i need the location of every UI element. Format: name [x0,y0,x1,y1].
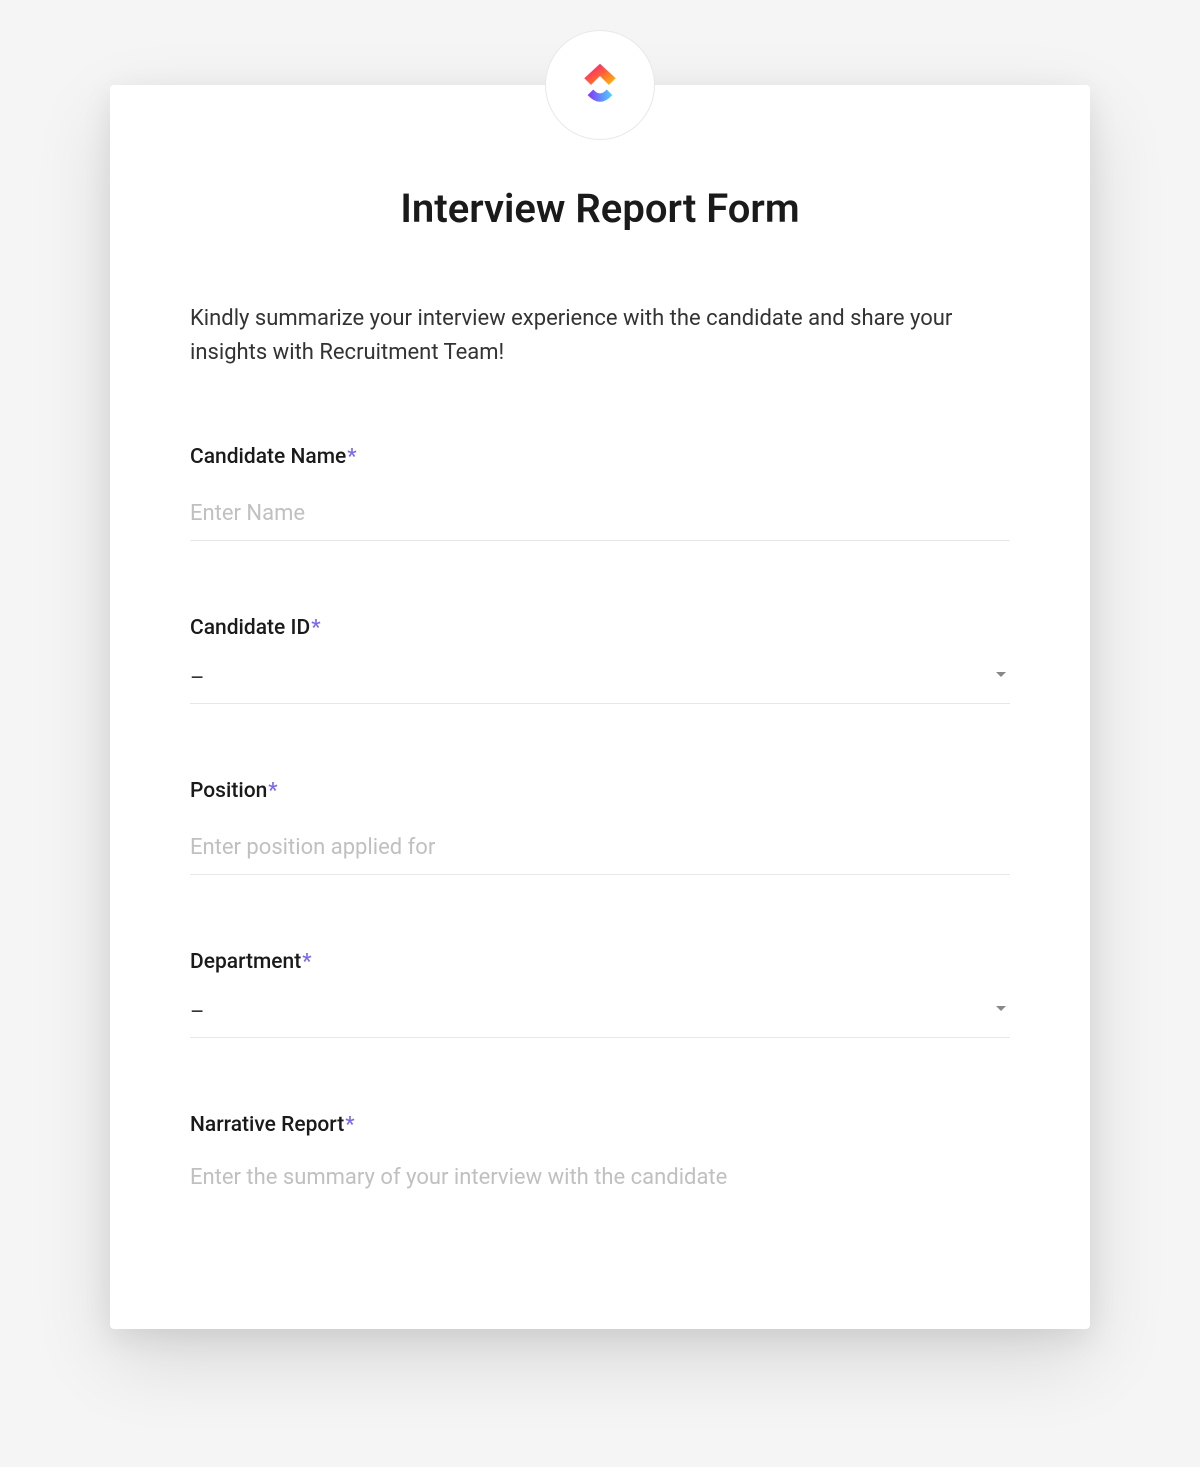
label-text: Narrative Report [190,1113,344,1137]
field-candidate-name: Candidate Name* [190,445,1010,541]
select-value: – [190,1000,204,1025]
field-candidate-id: Candidate ID* – [190,616,1010,704]
candidate-name-label: Candidate Name* [190,445,1010,469]
required-asterisk-icon: * [347,445,356,469]
narrative-report-input[interactable]: Enter the summary of your interview with… [190,1161,1010,1194]
label-text: Candidate ID [190,616,310,640]
department-label: Department* [190,950,1010,974]
field-narrative-report: Narrative Report* Enter the summary of y… [190,1113,1010,1194]
field-position: Position* [190,779,1010,875]
narrative-report-label: Narrative Report* [190,1113,1010,1137]
required-asterisk-icon: * [302,950,311,974]
required-asterisk-icon: * [268,779,277,803]
select-value: – [190,666,204,691]
position-label: Position* [190,779,1010,803]
form-title: Interview Report Form [190,185,1010,232]
form-description: Kindly summarize your interview experien… [190,302,1010,370]
candidate-id-select[interactable]: – [190,664,1010,704]
label-text: Position [190,779,267,803]
required-asterisk-icon: * [311,616,320,640]
clickup-logo-icon [572,57,628,113]
required-asterisk-icon: * [345,1113,354,1137]
candidate-id-label: Candidate ID* [190,616,1010,640]
form-card: Interview Report Form Kindly summarize y… [110,85,1090,1329]
candidate-name-input[interactable] [190,493,1010,541]
chevron-down-icon [996,1006,1006,1011]
field-department: Department* – [190,950,1010,1038]
position-input[interactable] [190,827,1010,875]
department-select[interactable]: – [190,998,1010,1038]
logo-container [545,30,655,140]
label-text: Department [190,950,301,974]
chevron-down-icon [996,672,1006,677]
label-text: Candidate Name [190,445,346,469]
